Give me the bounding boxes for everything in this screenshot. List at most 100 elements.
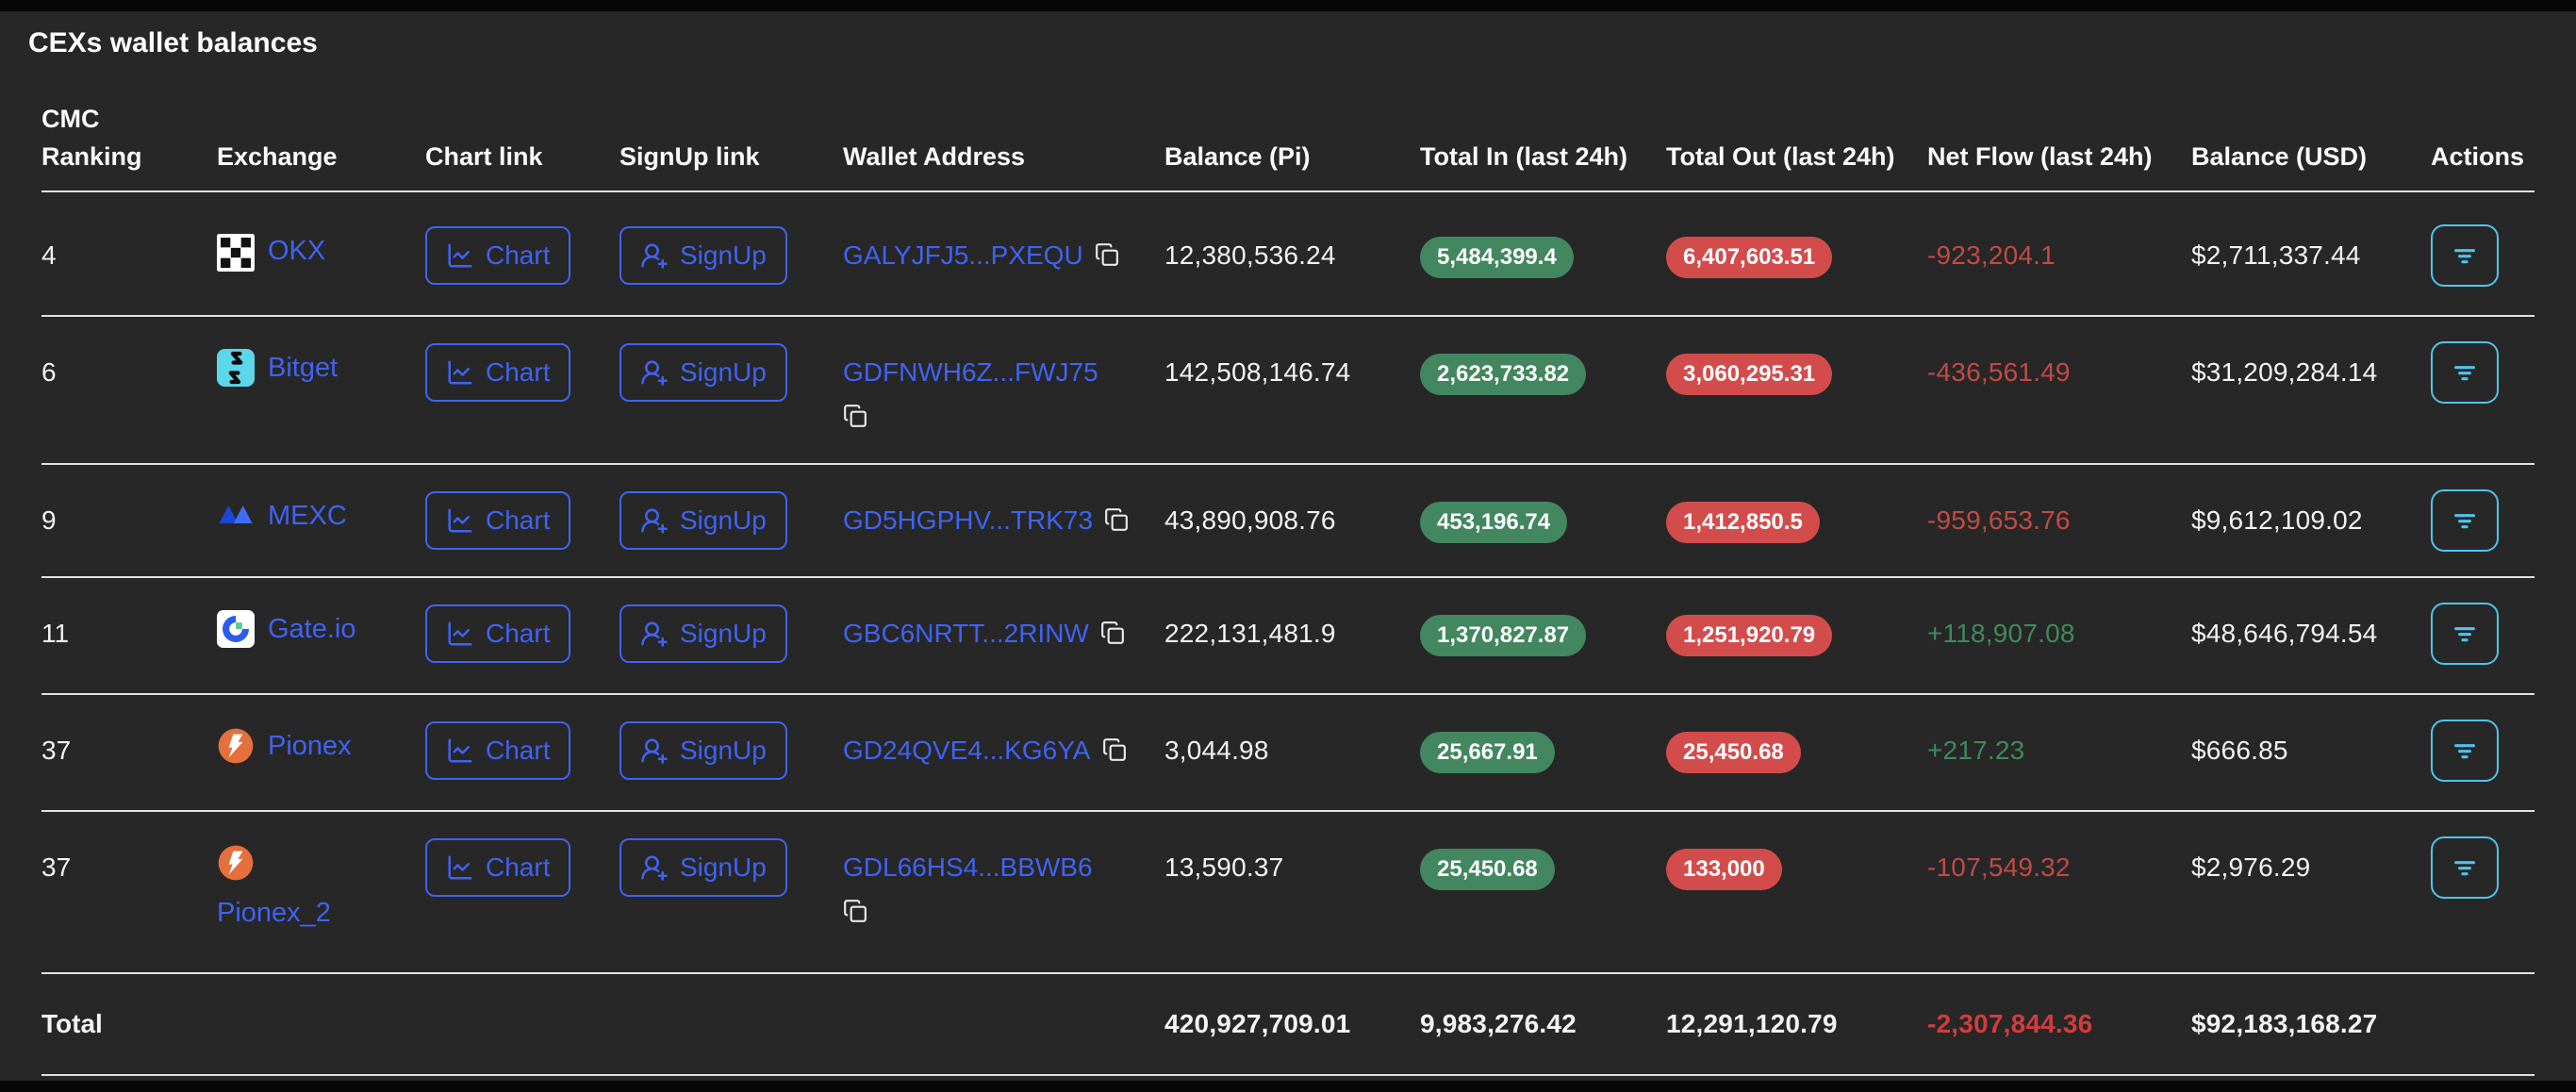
line-chart-icon: [446, 736, 474, 765]
actions-button[interactable]: [2431, 720, 2499, 782]
col-header-cmc-ranking: CMC Ranking: [41, 100, 217, 175]
col-header-chart-link: Chart link: [425, 138, 619, 175]
chart-link-button[interactable]: Chart: [425, 491, 570, 550]
page-title: CEXs wallet balances: [0, 11, 2576, 62]
cmc-ranking-value: 4: [41, 240, 217, 315]
total-balance-usd: $92,183,168.27: [2191, 1008, 2431, 1040]
gateio-icon: [217, 610, 255, 648]
signup-link-button[interactable]: SignUp: [619, 838, 787, 897]
exchange-link[interactable]: MEXC: [268, 500, 347, 532]
wallet-address-link[interactable]: GD5HGPHV...TRK73: [843, 505, 1093, 535]
total-balance-pi: 420,927,709.01: [1164, 1008, 1420, 1040]
exchange-link[interactable]: Pionex_2: [217, 897, 331, 929]
table-total-row: Total 420,927,709.01 9,983,276.42 12,291…: [41, 974, 2535, 1076]
actions-button[interactable]: [2431, 603, 2499, 665]
chart-button-label: Chart: [486, 505, 550, 537]
actions-button[interactable]: [2431, 836, 2499, 899]
col-header-total-out: Total Out (last 24h): [1666, 138, 1927, 175]
total-out-badge: 3,060,295.31: [1666, 354, 1832, 395]
copy-icon[interactable]: [843, 899, 867, 923]
signup-button-label: SignUp: [680, 618, 767, 650]
signup-button-label: SignUp: [680, 505, 767, 537]
total-in-badge: 453,196.74: [1420, 502, 1567, 543]
balance-usd-value: $2,711,337.44: [2191, 240, 2431, 315]
signup-link-button[interactable]: SignUp: [619, 226, 787, 285]
chart-link-button[interactable]: Chart: [425, 604, 570, 663]
copy-icon[interactable]: [1100, 620, 1125, 645]
signup-link-button[interactable]: SignUp: [619, 491, 787, 550]
wallet-address-link[interactable]: GALYJFJ5...PXEQU: [843, 240, 1083, 270]
total-in-badge: 25,667.91: [1420, 732, 1555, 773]
wallet-address-link[interactable]: GDFNWH6Z...FWJ75: [843, 357, 1098, 387]
line-chart-icon: [446, 853, 474, 882]
total-in-badge: 25,450.68: [1420, 849, 1555, 890]
table-row: 11 Gate.io Chart SignUp GBC6NRTT...2RINW…: [41, 578, 2535, 695]
net-flow-value: -436,561.49: [1927, 356, 2191, 463]
copy-icon[interactable]: [1104, 507, 1129, 532]
cex-balances-card: CEXs wallet balances CMC Ranking Exchang…: [0, 11, 2576, 1081]
user-plus-icon: [640, 358, 669, 387]
wallet-address-link[interactable]: GD24QVE4...KG6YA: [843, 736, 1091, 765]
cmc-ranking-value: 6: [41, 356, 217, 463]
total-in-sum: 9,983,276.42: [1420, 1008, 1666, 1040]
filter-lines-icon: [2450, 357, 2480, 388]
chart-link-button[interactable]: Chart: [425, 721, 570, 780]
balance-pi-value: 12,380,536.24: [1164, 240, 1420, 315]
total-out-badge: 25,450.68: [1666, 732, 1801, 773]
cmc-ranking-value: 11: [41, 618, 217, 693]
signup-link-button[interactable]: SignUp: [619, 343, 787, 402]
copy-icon[interactable]: [1102, 737, 1127, 762]
table-row: 9 MEXC Chart SignUp GD5HGPHV...TRK73 43,…: [41, 465, 2535, 578]
signup-link-button[interactable]: SignUp: [619, 721, 787, 780]
exchange-link[interactable]: Pionex: [268, 730, 352, 762]
total-out-badge: 133,000: [1666, 849, 1782, 890]
balance-usd-value: $2,976.29: [2191, 852, 2431, 972]
exchange-link[interactable]: Gate.io: [268, 613, 356, 645]
chart-button-label: Chart: [486, 240, 550, 272]
bitget-icon: [217, 349, 255, 387]
col-header-wallet-address: Wallet Address: [843, 138, 1164, 175]
copy-icon[interactable]: [843, 404, 867, 428]
signup-link-button[interactable]: SignUp: [619, 604, 787, 663]
copy-icon[interactable]: [1095, 242, 1119, 267]
wallet-address-link[interactable]: GDL66HS4...BBWB6: [843, 852, 1093, 882]
balance-usd-value: $31,209,284.14: [2191, 356, 2431, 463]
table-row: 4 OKX Chart SignUp GALYJFJ5...PXEQU 12,3…: [41, 192, 2535, 317]
chart-link-button[interactable]: Chart: [425, 343, 570, 402]
balance-usd-value: $9,612,109.02: [2191, 505, 2431, 576]
col-header-exchange: Exchange: [217, 138, 425, 175]
exchange-link[interactable]: Bitget: [268, 352, 338, 384]
balance-pi-value: 3,044.98: [1164, 735, 1420, 810]
cex-balances-table: CMC Ranking Exchange Chart link SignUp l…: [41, 62, 2535, 1076]
balance-pi-value: 142,508,146.74: [1164, 356, 1420, 463]
line-chart-icon: [446, 506, 474, 535]
chart-link-button[interactable]: Chart: [425, 838, 570, 897]
chart-link-button[interactable]: Chart: [425, 226, 570, 285]
net-flow-value: -959,653.76: [1927, 505, 2191, 576]
wallet-address-link[interactable]: GBC6NRTT...2RINW: [843, 619, 1089, 648]
pionex-icon: [217, 727, 255, 765]
col-header-net-flow: Net Flow (last 24h): [1927, 138, 2191, 175]
actions-button[interactable]: [2431, 341, 2499, 404]
table-row: 6 Bitget Chart SignUp GDFNWH6Z...FWJ75 1…: [41, 317, 2535, 465]
chart-button-label: Chart: [486, 356, 550, 389]
balance-usd-value: $666.85: [2191, 735, 2431, 810]
line-chart-icon: [446, 358, 474, 387]
actions-button[interactable]: [2431, 489, 2499, 552]
balance-pi-value: 222,131,481.9: [1164, 618, 1420, 693]
exchange-link[interactable]: OKX: [268, 235, 325, 267]
net-flow-value: +217.23: [1927, 735, 2191, 810]
okx-icon: [217, 232, 255, 270]
actions-button[interactable]: [2431, 224, 2499, 287]
col-header-actions: Actions: [2431, 138, 2535, 175]
chart-button-label: Chart: [486, 735, 550, 767]
filter-lines-icon: [2450, 505, 2480, 536]
total-out-badge: 6,407,603.51: [1666, 237, 1832, 278]
total-out-sum: 12,291,120.79: [1666, 1008, 1927, 1040]
signup-button-label: SignUp: [680, 735, 767, 767]
balance-pi-value: 13,590.37: [1164, 852, 1420, 972]
net-flow-value: +118,907.08: [1927, 618, 2191, 693]
total-label: Total: [41, 1008, 217, 1040]
signup-button-label: SignUp: [680, 356, 767, 389]
mexc-icon: [217, 497, 255, 535]
